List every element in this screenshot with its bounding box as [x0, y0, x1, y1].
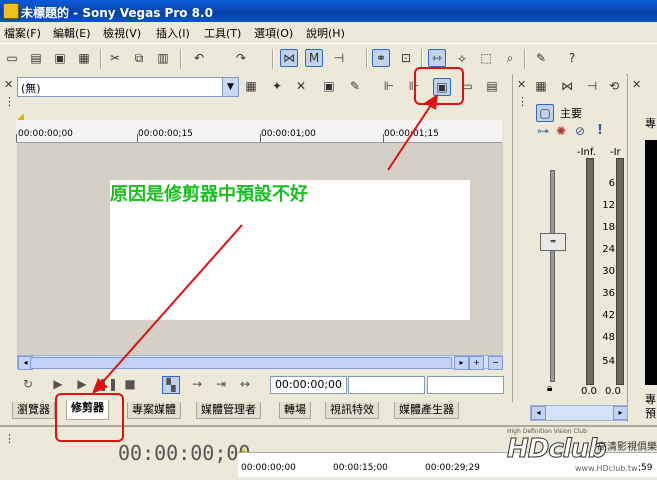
annotation-arrows	[92, 94, 438, 394]
